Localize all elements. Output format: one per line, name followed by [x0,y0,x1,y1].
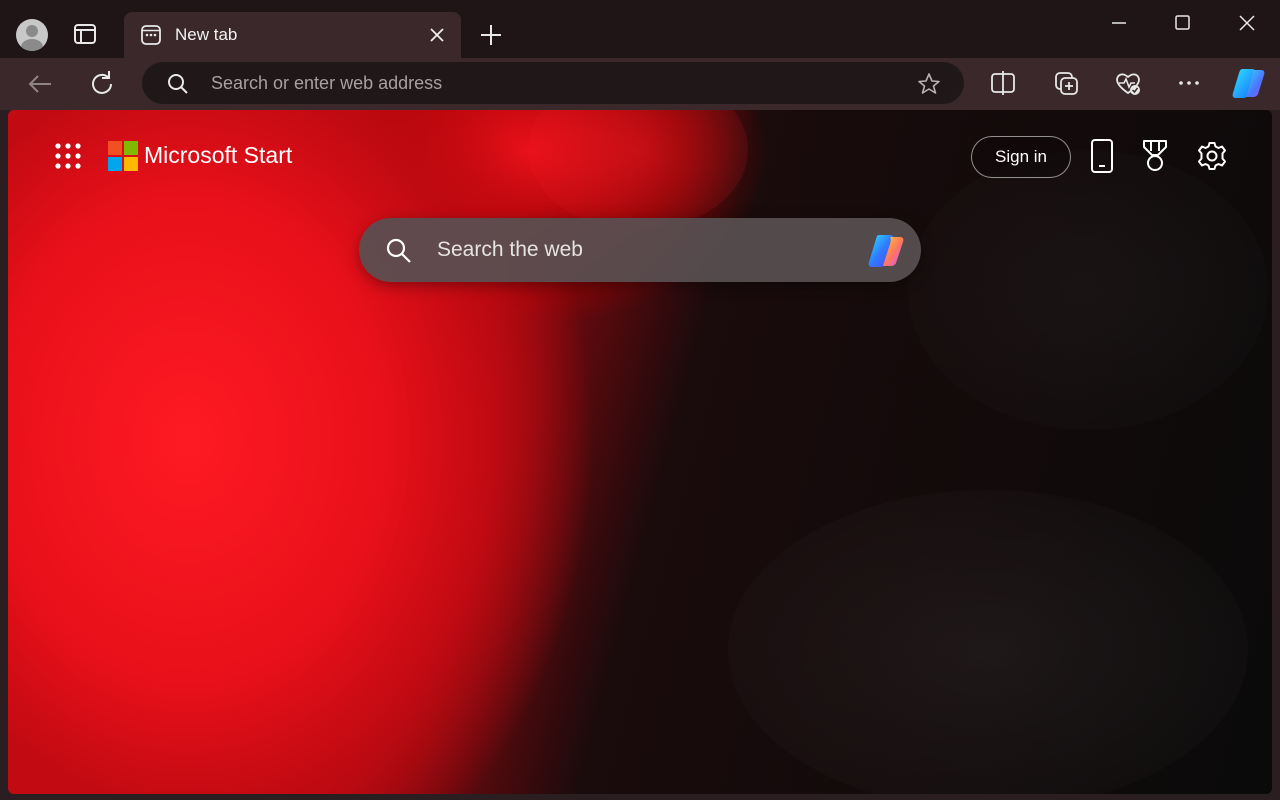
wallpaper-streak [908,150,1268,430]
search-icon [168,74,188,94]
brand-title[interactable]: Microsoft Start [144,142,292,169]
phone-icon[interactable] [1087,138,1117,174]
copilot-icon[interactable] [865,231,909,271]
collections-icon[interactable] [1052,68,1080,98]
tab-title: New tab [175,25,238,44]
favorite-star-icon[interactable] [916,71,942,97]
profile-icon[interactable] [16,19,48,51]
close-window-icon[interactable] [1232,8,1262,38]
split-screen-icon[interactable] [989,68,1017,98]
address-bar[interactable]: Search or enter web address [142,62,964,104]
settings-icon[interactable] [1197,138,1227,174]
web-search-box[interactable]: Search the web [359,218,921,282]
close-tab-icon[interactable] [426,24,448,46]
app-launcher-icon[interactable] [54,142,82,170]
more-icon[interactable] [1175,68,1203,98]
address-placeholder: Search or enter web address [211,73,443,93]
tab-actions-icon[interactable] [72,22,98,46]
browser-window: New tab Search or enter web address Micr… [0,0,1280,800]
start-page: Microsoft Start Sign in Search the web [8,110,1272,794]
microsoft-logo[interactable] [108,141,138,171]
new-tab-page-icon [141,25,161,45]
minimize-icon[interactable] [1104,8,1134,38]
wallpaper-streak [728,490,1248,794]
new-tab-icon[interactable] [478,22,504,48]
sign-in-button[interactable]: Sign in [971,136,1071,178]
search-icon [386,238,411,263]
back-icon[interactable] [24,68,56,100]
refresh-icon[interactable] [86,68,118,100]
maximize-icon[interactable] [1167,8,1197,38]
title-bar: New tab [0,0,1280,58]
rewards-icon[interactable] [1140,138,1170,174]
browser-essentials-icon[interactable] [1114,68,1142,98]
copilot-icon[interactable] [1230,65,1268,101]
toolbar: Search or enter web address [0,58,1280,110]
active-tab[interactable]: New tab [124,12,461,58]
search-placeholder: Search the web [437,238,583,261]
